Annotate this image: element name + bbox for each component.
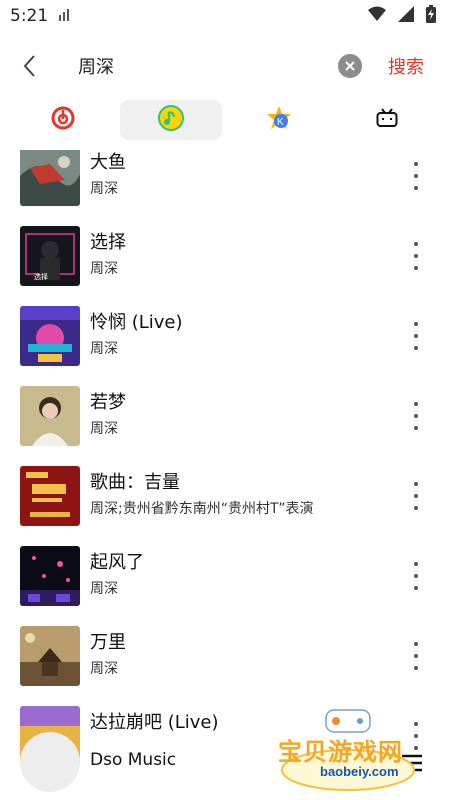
- song-artist: 周深: [90, 421, 118, 437]
- song-title: 选择: [90, 232, 126, 253]
- cellular-icon: [398, 5, 414, 27]
- bilibili-tv-icon: [376, 108, 398, 132]
- song-artist: 周深: [90, 581, 118, 597]
- list-item[interactable]: 若梦 周深: [0, 386, 450, 450]
- list-item[interactable]: 怜悯 (Live) 周深: [0, 306, 450, 370]
- more-options-icon[interactable]: [410, 402, 422, 430]
- more-options-icon[interactable]: [410, 562, 422, 590]
- list-item[interactable]: 大鱼 周深: [0, 150, 450, 210]
- more-options-icon[interactable]: [410, 482, 422, 510]
- song-title: 怜悯 (Live): [90, 312, 183, 333]
- song-artist: 周深: [90, 181, 118, 197]
- song-artist: 周深: [90, 341, 118, 357]
- wifi-icon: [368, 6, 386, 27]
- signal-bars-icon: [58, 6, 70, 26]
- album-cover: [20, 626, 80, 686]
- song-title: 歌曲：吉量: [90, 472, 180, 493]
- song-title: 万里: [90, 632, 126, 653]
- album-cover: [20, 306, 80, 366]
- search-bar: 周深 搜索: [0, 38, 450, 94]
- tab-kugou-music[interactable]: K: [228, 100, 330, 140]
- svg-text:K: K: [277, 117, 284, 128]
- song-artist: 周深;贵州省黔东南州“贵州村T”表演: [90, 501, 314, 517]
- tab-netease-cloud-music[interactable]: [12, 100, 114, 140]
- battery-icon: [426, 4, 436, 28]
- album-cover: [20, 150, 80, 206]
- list-item[interactable]: 歌曲：吉量 周深;贵州省黔东南州“贵州村T”表演: [0, 466, 450, 530]
- album-cover: [20, 546, 80, 606]
- album-cover: 选择: [20, 226, 80, 286]
- list-item[interactable]: 起风了 周深: [0, 546, 450, 610]
- back-arrow-icon[interactable]: [12, 49, 46, 83]
- watermark-text: 宝贝游戏网: [278, 738, 403, 766]
- tab-bilibili[interactable]: [336, 100, 438, 140]
- svg-text:选择: 选择: [34, 272, 48, 281]
- song-title: 大鱼: [90, 152, 126, 173]
- more-options-icon[interactable]: [410, 322, 422, 350]
- search-input[interactable]: 周深: [78, 53, 338, 79]
- more-options-icon[interactable]: [410, 162, 422, 190]
- search-button[interactable]: 搜索: [388, 53, 424, 79]
- watermark: 宝贝游戏网 baobeiy.com: [270, 702, 430, 794]
- status-time: 5:21: [10, 6, 49, 26]
- watermark-url: baobeiy.com: [320, 764, 399, 779]
- album-cover: [20, 386, 80, 446]
- kugou-k-icon: K: [266, 105, 292, 135]
- source-tabs: K: [12, 100, 438, 140]
- song-title: 起风了: [90, 552, 144, 573]
- tab-qq-music[interactable]: [120, 100, 222, 140]
- player-title: Dso Music: [90, 750, 177, 770]
- status-bar: 5:21: [0, 0, 450, 32]
- clear-icon[interactable]: [338, 54, 362, 78]
- more-options-icon[interactable]: [410, 642, 422, 670]
- qq-music-icon: [158, 105, 184, 135]
- song-artist: 周深: [90, 661, 118, 677]
- player-cover[interactable]: [20, 732, 80, 792]
- netease-music-icon: [51, 106, 75, 134]
- song-title: 若梦: [90, 392, 126, 413]
- song-artist: 周深: [90, 261, 118, 277]
- more-options-icon[interactable]: [410, 242, 422, 270]
- list-item[interactable]: 选择 选择 周深: [0, 226, 450, 290]
- album-cover: [20, 466, 80, 526]
- list-item[interactable]: 万里 周深: [0, 626, 450, 690]
